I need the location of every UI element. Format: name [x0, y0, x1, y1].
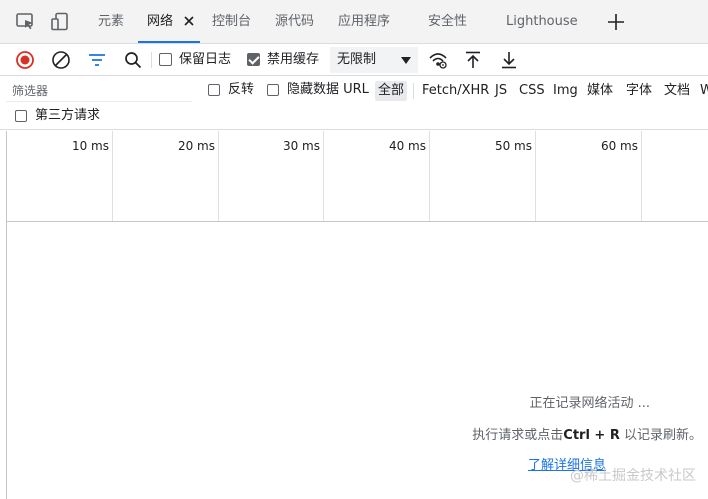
record-hint-suffix: 以记录刷新。 — [619, 428, 702, 443]
network-conditions-icon[interactable] — [428, 50, 448, 70]
throttling-value: 无限制 — [337, 52, 377, 67]
filter-type-img[interactable]: Img — [553, 81, 578, 101]
chevron-down-icon — [401, 57, 411, 64]
search-icon[interactable] — [123, 50, 143, 70]
export-har-icon[interactable] — [499, 50, 519, 70]
preserve-log-checkbox[interactable] — [159, 53, 172, 66]
filter-type-all[interactable]: 全部 — [375, 81, 408, 101]
timeline-tick-label: 10 ms — [71, 139, 109, 153]
record-stop-icon[interactable] — [15, 50, 35, 70]
device-toolbar-icon[interactable] — [50, 12, 72, 32]
disable-cache-label: 禁用缓存 — [267, 52, 320, 67]
timeline-gridline — [641, 131, 642, 221]
timeline-gridline — [535, 131, 536, 221]
timeline-tick-label: 40 ms — [388, 139, 426, 153]
hide-data-urls-label: 隐藏数据 URL — [287, 82, 369, 97]
filter-type-css[interactable]: CSS — [519, 81, 545, 101]
network-overview-timeline[interactable]: 10 ms 20 ms 30 ms 40 ms 50 ms 60 ms — [6, 131, 708, 222]
third-party-checkbox[interactable] — [15, 110, 27, 122]
tab-lighthouse[interactable]: Lighthouse — [506, 0, 578, 44]
inspect-element-icon[interactable] — [15, 12, 37, 32]
filter-icon[interactable] — [87, 50, 107, 70]
third-party-label: 第三方请求 — [35, 108, 101, 123]
tab-network[interactable]: 网络 — [147, 0, 173, 44]
throttling-select[interactable]: 无限制 — [330, 47, 418, 73]
filter-type-media[interactable]: 媒体 — [587, 81, 613, 101]
filter-bar: 反转 隐藏数据 URL 全部 Fetch/XHR JS CSS Img 媒体 字… — [0, 77, 708, 130]
close-tab-icon[interactable] — [183, 15, 195, 27]
tab-security[interactable]: 安全性 — [428, 0, 467, 44]
timeline-tick-label: 20 ms — [177, 139, 215, 153]
network-toolbar: 保留日志 禁用缓存 无限制 — [0, 44, 708, 76]
request-list-empty: 正在记录网络活动 ... 执行请求或点击Ctrl + R 以记录刷新。 了解详细… — [6, 222, 708, 499]
recording-status-text: 正在记录网络活动 ... — [529, 396, 650, 411]
timeline-tick-label: 60 ms — [600, 139, 638, 153]
record-hint-shortcut: Ctrl + R — [563, 428, 620, 443]
timeline-gridline — [112, 131, 113, 221]
timeline-gridline — [323, 131, 324, 221]
toolbar-separator — [151, 52, 152, 68]
tab-elements[interactable]: 元素 — [98, 0, 124, 44]
record-hint-prefix: 执行请求或点击 — [472, 428, 564, 443]
tab-sources[interactable]: 源代码 — [275, 0, 314, 44]
invert-label: 反转 — [228, 82, 255, 97]
clear-icon[interactable] — [51, 50, 71, 70]
hide-data-urls-checkbox[interactable] — [267, 84, 279, 96]
active-tab-indicator — [138, 41, 200, 43]
devtools-tab-bar: 元素 网络 控制台 源代码 应用程序 安全性 Lighthouse — [0, 0, 708, 44]
timeline-gridline — [218, 131, 219, 221]
filter-type-fetch-xhr[interactable]: Fetch/XHR — [422, 81, 489, 101]
filter-type-ws[interactable]: W — [700, 81, 708, 101]
preserve-log-label: 保留日志 — [179, 52, 232, 67]
tab-console[interactable]: 控制台 — [212, 0, 251, 44]
watermark: @稀土掘金技术社区 — [570, 468, 696, 484]
tab-application[interactable]: 应用程序 — [338, 0, 390, 44]
filter-separator — [413, 83, 414, 99]
timeline-tick-label: 30 ms — [282, 139, 320, 153]
timeline-gridline — [429, 131, 430, 221]
filter-type-font[interactable]: 字体 — [626, 81, 652, 101]
invert-checkbox[interactable] — [208, 84, 220, 96]
timeline-tick-label: 50 ms — [494, 139, 532, 153]
import-har-icon[interactable] — [463, 50, 483, 70]
disable-cache-checkbox[interactable] — [247, 53, 260, 66]
filter-type-doc[interactable]: 文档 — [664, 81, 690, 101]
add-tab-icon[interactable] — [607, 13, 625, 31]
record-hint-text: 执行请求或点击Ctrl + R 以记录刷新。 — [472, 424, 702, 443]
filter-type-js[interactable]: JS — [495, 81, 507, 101]
filter-input[interactable] — [6, 80, 192, 102]
